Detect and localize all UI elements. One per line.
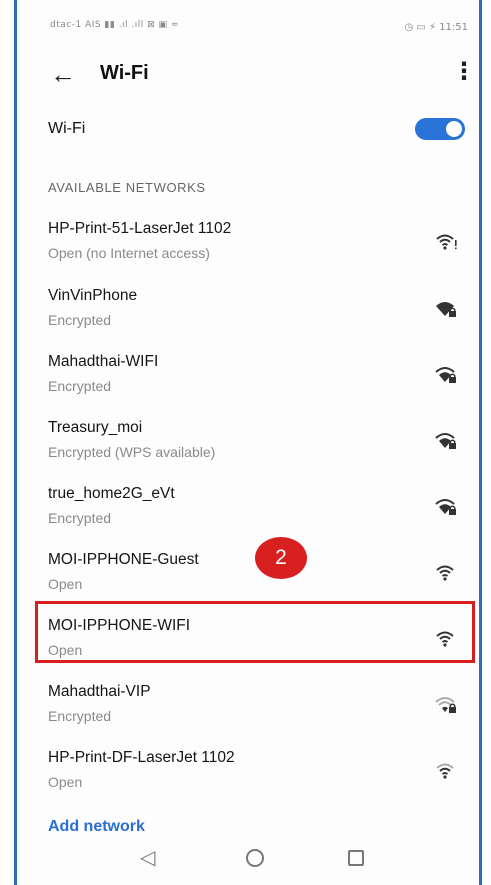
- wifi-locked-icon: [435, 499, 456, 515]
- network-name: Treasury_moi: [48, 419, 143, 436]
- annotation-step-badge: 2: [255, 537, 307, 579]
- section-header-available-networks: AVAILABLE NETWORKS: [48, 180, 206, 195]
- wifi-locked-icon: [436, 302, 456, 317]
- network-status: Encrypted (WPS available): [48, 444, 216, 460]
- top-app-bar: ← Wi-Fi ⋮: [30, 58, 476, 94]
- wifi-signal-icon: [436, 763, 454, 779]
- network-item[interactable]: true_home2G_eVt Encrypted: [30, 485, 470, 549]
- wifi-signal-icon: [436, 565, 454, 581]
- status-bar: dtac-1 AIS ▮▮ .ıl .ıll ⊠ ▣ ≈ ◷ ▭ ⚡ 11:51: [50, 18, 470, 38]
- wifi-locked-icon: [435, 433, 456, 449]
- network-status: Encrypted: [48, 708, 112, 724]
- network-name: true_home2G_eVt: [48, 485, 175, 502]
- network-name: HP-Print-51-LaserJet 1102: [48, 220, 232, 237]
- network-name: MOI-IPPHONE-Guest: [48, 551, 199, 568]
- network-item[interactable]: Mahadthai-WIFI Encrypted: [30, 353, 470, 417]
- network-item[interactable]: HP-Print-51-LaserJet 1102 Open (no Inter…: [30, 220, 470, 284]
- more-vertical-icon[interactable]: ⋮: [452, 60, 476, 84]
- wifi-locked-icon: [435, 697, 456, 713]
- network-item[interactable]: Treasury_moi Encrypted (WPS available): [30, 419, 470, 483]
- network-item[interactable]: HP-Print-DF-LaserJet 1102 Open: [30, 749, 470, 813]
- arrow-left-icon[interactable]: ←: [50, 61, 76, 87]
- network-name: Mahadthai-WIFI: [48, 353, 159, 370]
- network-name: Mahadthai-VIP: [48, 683, 151, 700]
- system-nav-bar: ◁: [140, 845, 380, 875]
- network-status: Open: [48, 774, 83, 790]
- status-bar-left: dtac-1 AIS ▮▮ .ıl .ıll ⊠ ▣ ≈: [50, 20, 179, 30]
- wifi-toggle-row[interactable]: Wi-Fi: [48, 114, 468, 146]
- toggle-knob: [446, 121, 462, 137]
- network-status: Open: [48, 576, 83, 592]
- nav-home-icon[interactable]: [246, 849, 264, 867]
- add-network-link[interactable]: Add network: [48, 818, 145, 836]
- nav-back-icon[interactable]: ◁: [140, 845, 155, 870]
- network-item[interactable]: VinVinPhone Encrypted: [30, 287, 470, 351]
- network-name: HP-Print-DF-LaserJet 1102: [48, 749, 235, 766]
- wifi-toggle-switch[interactable]: [415, 118, 465, 140]
- network-status: Encrypted: [48, 510, 112, 526]
- nav-recents-icon[interactable]: [348, 850, 364, 866]
- annotation-highlight-box: [35, 601, 475, 663]
- page-title: Wi-Fi: [100, 62, 149, 84]
- wifi-signal-icon: [436, 234, 457, 250]
- wifi-toggle-label: Wi-Fi: [48, 120, 86, 137]
- wifi-locked-icon: [435, 367, 456, 383]
- network-status: Encrypted: [48, 378, 112, 394]
- network-status: Open (no Internet access): [48, 245, 210, 261]
- status-bar-right: ◷ ▭ ⚡ 11:51: [404, 22, 468, 33]
- network-name: VinVinPhone: [48, 287, 138, 304]
- network-item[interactable]: Mahadthai-VIP Encrypted: [30, 683, 470, 747]
- network-status: Encrypted: [48, 312, 112, 328]
